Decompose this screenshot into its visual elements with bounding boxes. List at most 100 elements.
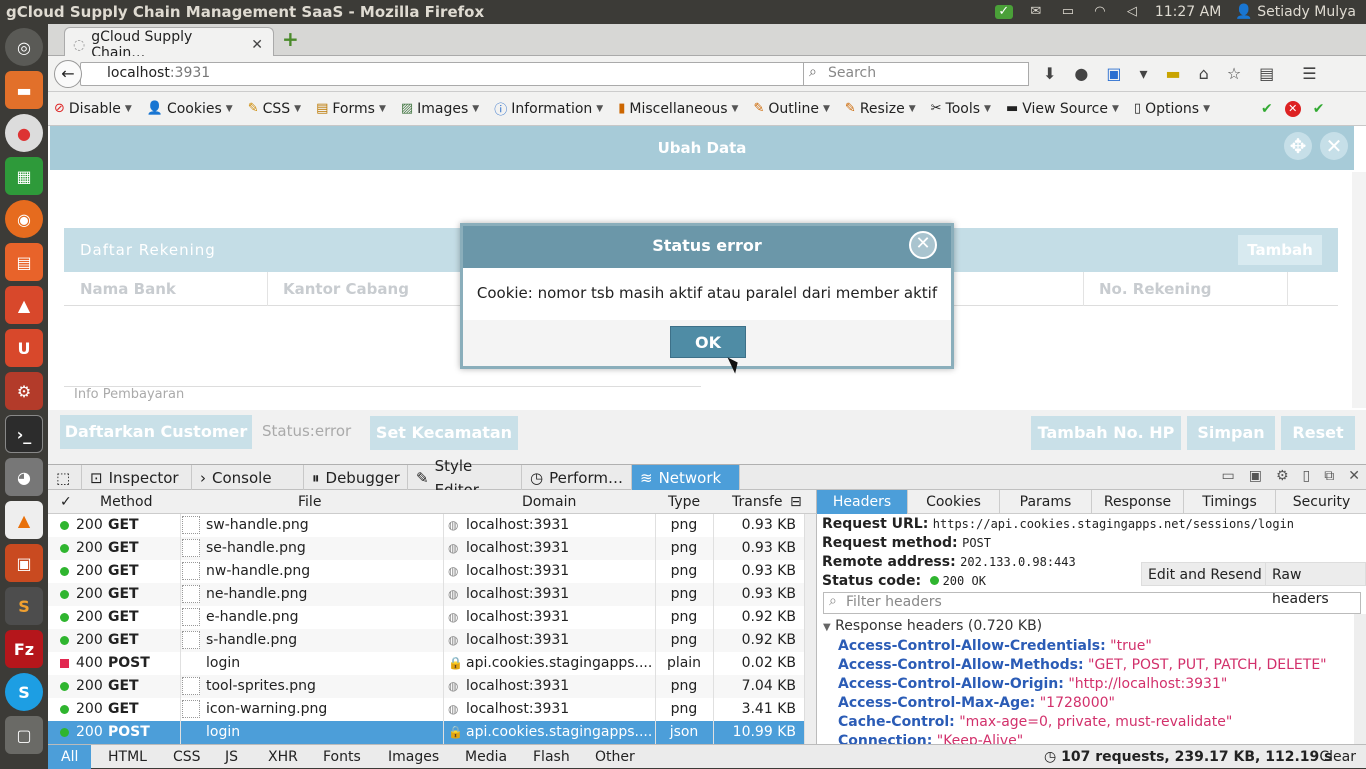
wd-outline[interactable]: ✎ Outline ▼ — [753, 101, 829, 117]
gimp-icon[interactable]: ◕ — [5, 458, 43, 496]
request-list-scrollbar[interactable] — [804, 514, 816, 744]
table-row[interactable]: 400 POST login 🔒 api.cookies.stagingapps....… — [48, 652, 804, 675]
daftarkan-customer-button[interactable]: Daftarkan Customer — [60, 415, 252, 449]
filter-xhr[interactable]: XHR — [268, 749, 298, 765]
url-bar[interactable]: localhost:3931 ▾ ↻ — [80, 62, 844, 86]
clear-button[interactable]: Clear — [1319, 749, 1356, 765]
filter-html[interactable]: HTML — [108, 749, 147, 765]
dock-side-icon[interactable]: ▯ — [1303, 468, 1311, 484]
move-icon[interactable]: ✥ — [1284, 132, 1312, 160]
ruler-icon[interactable]: ▬ — [1166, 64, 1181, 83]
simpan-button[interactable]: Simpan — [1187, 416, 1275, 450]
tab-network[interactable]: ≋ Network — [632, 465, 740, 490]
dialog-close-icon[interactable]: ✕ — [909, 231, 937, 259]
tab-timings[interactable]: Timings — [1184, 490, 1276, 514]
bookmarks-list-icon[interactable]: ▤ — [1259, 64, 1274, 83]
document-icon[interactable]: ▤ — [5, 243, 43, 281]
edit-and-resend-button[interactable]: Edit and Resend — [1141, 562, 1269, 586]
dash-icon[interactable]: ◎ — [5, 28, 43, 66]
files-icon[interactable]: ▬ — [5, 71, 43, 109]
filter-images[interactable]: Images — [388, 749, 439, 765]
tambah-no-hp-button[interactable]: Tambah No. HP — [1031, 416, 1181, 450]
wifi-icon[interactable]: ◠ — [1091, 5, 1109, 19]
wd-information[interactable]: ⓘ Information ▼ — [494, 99, 603, 119]
wd-tools[interactable]: ✂ Tools ▼ — [931, 101, 991, 117]
user-menu[interactable]: 👤 Setiady Mulya — [1235, 4, 1356, 20]
filter-flash[interactable]: Flash — [533, 749, 570, 765]
col-domain[interactable]: Domain — [522, 494, 576, 510]
table-row[interactable]: 200 GET ne-handle.png ◍ localhost:3931 png 0.9… — [48, 583, 804, 606]
response-headers-toggle[interactable]: ▼ Response headers (0.720 KB) — [823, 618, 1042, 634]
wd-images[interactable]: ▨ Images ▼ — [401, 101, 479, 117]
table-row[interactable]: 200 GET tool-sprites.png ◍ localhost:3931 png… — [48, 675, 804, 698]
responsive-icon[interactable]: ▣ — [1249, 468, 1262, 484]
split-console-icon[interactable]: ▭ — [1222, 468, 1235, 484]
update-icon[interactable]: ✓ — [994, 5, 1013, 19]
dropdown-icon[interactable]: ▾ — [1140, 64, 1148, 83]
col-status-check[interactable]: ✓ — [60, 494, 72, 510]
tab-style-editor[interactable]: ✎Style Editor — [408, 457, 522, 499]
table-row[interactable]: 200 POST login 🔒 api.cookies.stagingapps....… — [48, 721, 804, 744]
menu-icon[interactable]: ☰ — [1302, 64, 1316, 83]
back-button[interactable]: ← — [54, 60, 82, 88]
ubuntu-one-icon[interactable]: U — [5, 329, 43, 367]
wd-cookies[interactable]: 👤 Cookies ▼ — [147, 101, 233, 117]
settings-icon[interactable]: ⚙ — [5, 372, 43, 410]
col-type[interactable]: Type — [668, 494, 700, 510]
tab-console[interactable]: › Console — [192, 465, 304, 490]
filter-media[interactable]: Media — [465, 749, 507, 765]
filter-css[interactable]: CSS — [173, 749, 201, 765]
col-transferred[interactable]: Transfe — [732, 494, 783, 510]
close-devtools-icon[interactable]: ✕ — [1348, 468, 1360, 484]
app-icon[interactable]: ▣ — [5, 544, 43, 582]
wd-forms[interactable]: ▤ Forms ▼ — [316, 101, 386, 117]
close-tab-icon[interactable]: ✕ — [251, 37, 263, 53]
table-row[interactable]: 200 GET sw-handle.png ◍ localhost:3931 png 0.9… — [48, 514, 804, 537]
extension-icon[interactable]: ▣ — [1106, 64, 1121, 83]
chat-icon[interactable]: ● — [1074, 64, 1088, 83]
tab-performance[interactable]: ◷ Perform… — [522, 465, 632, 490]
mail-icon[interactable]: ✉ — [1027, 5, 1045, 19]
page-scrollbar[interactable] — [1352, 172, 1366, 408]
filter-other[interactable]: Other — [595, 749, 635, 765]
table-row[interactable]: 200 GET e-handle.png ◍ localhost:3931 png 0.92… — [48, 606, 804, 629]
wd-options[interactable]: ▯ Options ▼ — [1134, 101, 1210, 117]
tab-response[interactable]: Response — [1092, 490, 1184, 514]
spreadsheet-icon[interactable]: ▦ — [5, 157, 43, 195]
col-file[interactable]: File — [298, 494, 321, 510]
tab-headers[interactable]: Headers — [817, 490, 908, 514]
filter-all[interactable]: All — [48, 745, 92, 769]
tab-cookies[interactable]: Cookies — [908, 490, 1000, 514]
column-picker-icon[interactable]: ⊟ — [790, 494, 802, 510]
vlc-icon[interactable]: ▲ — [5, 501, 43, 539]
new-tab-icon[interactable]: + — [282, 29, 302, 50]
wd-disable[interactable]: ⊘ Disable ▼ — [54, 101, 132, 117]
wd-resize[interactable]: ✎ Resize ▼ — [845, 101, 916, 117]
home-icon[interactable]: ⌂ — [1199, 64, 1209, 83]
close-icon[interactable]: ✕ — [1320, 132, 1348, 160]
terminal-icon[interactable]: ›_ — [5, 415, 43, 453]
browser-tab[interactable]: ◌ gCloud Supply Chain… ✕ — [64, 27, 274, 61]
skype-icon[interactable]: S — [5, 673, 43, 711]
wd-view-source[interactable]: ▬ View Source ▼ — [1006, 101, 1119, 117]
reset-button[interactable]: Reset — [1281, 416, 1355, 450]
details-scrollbar[interactable] — [1354, 614, 1366, 744]
raw-headers-button[interactable]: Raw headers — [1265, 562, 1366, 607]
wd-css[interactable]: ✎ CSS ▼ — [248, 101, 301, 117]
tab-params[interactable]: Params — [1000, 490, 1092, 514]
tambah-button[interactable]: Tambah — [1238, 235, 1322, 265]
table-row[interactable]: 200 GET icon-warning.png ◍ localhost:3931 png… — [48, 698, 804, 721]
table-row[interactable]: 200 GET se-handle.png ◍ localhost:3931 png 0.9… — [48, 537, 804, 560]
undock-icon[interactable]: ⧉ — [1324, 468, 1334, 484]
wd-status[interactable]: ✔ ✕ ✔ — [1261, 100, 1325, 117]
bookmark-star-icon[interactable]: ☆ — [1227, 64, 1241, 83]
tab-debugger[interactable]: ⏸ Debugger — [304, 465, 408, 490]
col-method[interactable]: Method — [100, 494, 153, 510]
filter-js[interactable]: JS — [225, 749, 238, 765]
tab-inspector[interactable]: ⊡ Inspector — [82, 465, 192, 490]
workspace-icon[interactable]: ▢ — [5, 716, 43, 754]
wd-miscellaneous[interactable]: ▮ Miscellaneous ▼ — [618, 101, 738, 117]
sublime-icon[interactable]: S — [5, 587, 43, 625]
ok-button[interactable]: OK — [670, 326, 746, 358]
gear-icon[interactable]: ⚙ — [1276, 468, 1289, 484]
